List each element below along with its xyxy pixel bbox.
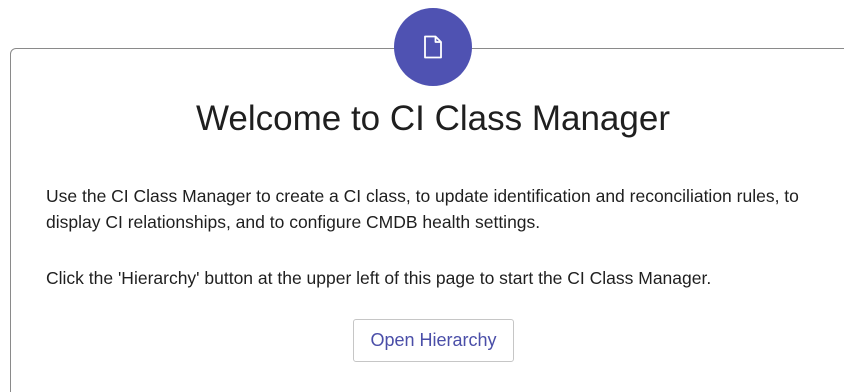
document-icon	[424, 35, 442, 59]
document-badge	[394, 8, 472, 86]
description-text: Use the CI Class Manager to create a CI …	[46, 186, 799, 232]
welcome-page: Welcome to CI Class Manager Use the CI C…	[0, 0, 844, 392]
page-title: Welcome to CI Class Manager	[196, 99, 670, 138]
hint-text: Click the 'Hierarchy' button at the uppe…	[46, 268, 712, 288]
open-hierarchy-button[interactable]: Open Hierarchy	[353, 319, 514, 362]
